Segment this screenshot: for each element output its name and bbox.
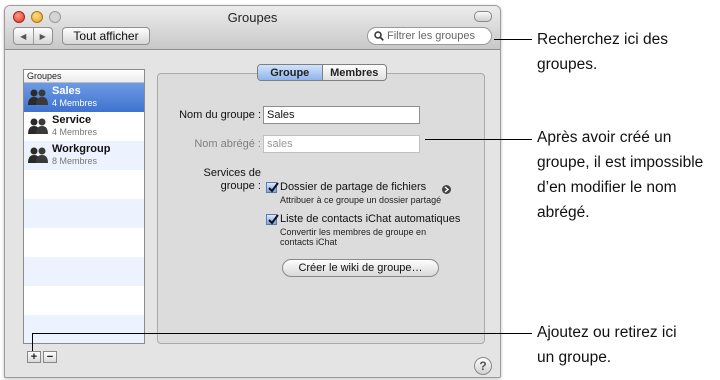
file-share-checkbox[interactable] xyxy=(266,182,279,193)
file-share-label[interactable]: Dossier de partage de fichiers xyxy=(280,181,426,193)
group-name: Workgroup xyxy=(52,143,111,155)
go-arrow-icon[interactable] xyxy=(442,185,451,194)
callout-line-short-name xyxy=(425,139,532,140)
empty-row xyxy=(24,257,144,286)
group-member-count: 4 Membres xyxy=(52,127,98,137)
callout-line-search xyxy=(494,39,532,40)
callout-text: Recherchez ici des xyxy=(537,31,668,48)
group-icon xyxy=(28,147,48,163)
remove-group-button[interactable]: − xyxy=(43,351,57,363)
callout-text: Ajoutez ou retirez ici xyxy=(537,324,677,341)
group-icon xyxy=(28,89,48,105)
tab-membres[interactable]: Membres xyxy=(322,65,386,80)
file-share-description: Attribuer à ce groupe un dossier partagé xyxy=(280,195,442,205)
back-forward-control: ◀ ▶ xyxy=(13,27,53,45)
short-name-field: sales xyxy=(263,135,420,153)
group-name-field[interactable]: Sales xyxy=(263,106,420,124)
group-row-sales[interactable]: Sales 4 Membres xyxy=(24,83,144,112)
group-icon xyxy=(28,118,48,134)
ichat-description-1: Convertir les membres de groupe en xyxy=(280,227,427,237)
empty-row xyxy=(24,286,144,315)
tab-groupe[interactable]: Groupe xyxy=(258,65,323,80)
callout-text: d’en modifier le nom xyxy=(537,179,677,196)
back-icon[interactable]: ◀ xyxy=(14,28,33,44)
ichat-label[interactable]: Liste de contacts iChat automatiques xyxy=(280,213,460,225)
forward-icon[interactable]: ▶ xyxy=(32,28,53,44)
empty-row xyxy=(24,170,144,199)
toolbar-toggle-icon[interactable] xyxy=(474,11,492,22)
group-member-count: 4 Membres xyxy=(52,98,98,108)
groups-list: Groupes Sales 4 Membres Service 4 Membre… xyxy=(23,69,145,344)
services-label: Services de xyxy=(203,167,261,179)
group-name: Sales xyxy=(52,85,81,97)
search-field[interactable]: Filtrer les groupes xyxy=(367,27,492,45)
callout-short-name: Après avoir créé un groupe, il est impos… xyxy=(537,125,703,225)
tab-bar: Groupe Membres xyxy=(257,64,387,81)
group-name-label: Nom du groupe : xyxy=(179,109,261,121)
callout-text: groupes. xyxy=(537,56,598,73)
add-group-button[interactable]: + xyxy=(27,351,41,363)
create-wiki-button[interactable]: Créer le wiki de groupe… xyxy=(282,259,439,277)
ichat-checkbox[interactable] xyxy=(266,214,279,225)
groups-list-header: Groupes xyxy=(24,70,144,83)
empty-row xyxy=(24,315,144,343)
window-toolbar: Groupes ◀ ▶ Tout afficher Filtrer les gr… xyxy=(5,6,500,50)
group-member-count: 8 Membres xyxy=(52,156,98,166)
help-button[interactable]: ? xyxy=(474,357,492,375)
callout-text: abrégé. xyxy=(537,204,590,221)
group-row-workgroup[interactable]: Workgroup 8 Membres xyxy=(24,141,144,170)
show-all-button[interactable]: Tout afficher xyxy=(62,27,150,45)
search-icon xyxy=(374,31,384,41)
callout-add-remove: Ajoutez ou retirez ici un groupe. xyxy=(537,320,677,370)
ichat-description-2: contacts iChat xyxy=(280,237,338,247)
callout-line-add xyxy=(32,333,532,334)
preferences-window: Groupes ◀ ▶ Tout afficher Filtrer les gr… xyxy=(4,5,501,378)
empty-row xyxy=(24,228,144,257)
checkmark-icon xyxy=(268,214,279,225)
callout-text: un groupe. xyxy=(537,349,612,366)
window-title: Groupes xyxy=(227,10,278,25)
services-label-2: groupe : xyxy=(220,180,261,192)
empty-row xyxy=(24,199,144,228)
callout-line-add-vertical xyxy=(32,333,33,351)
group-name: Service xyxy=(52,114,92,126)
callout-text: groupe, il est impossible xyxy=(537,154,704,171)
group-row-service[interactable]: Service 4 Membres xyxy=(24,112,144,141)
callout-text: Après avoir créé un xyxy=(537,129,672,146)
search-placeholder: Filtrer les groupes xyxy=(387,30,476,42)
callout-search: Recherchez ici des groupes. xyxy=(537,27,668,77)
short-name-label: Nom abrégé : xyxy=(194,138,261,150)
checkmark-icon xyxy=(268,182,279,193)
